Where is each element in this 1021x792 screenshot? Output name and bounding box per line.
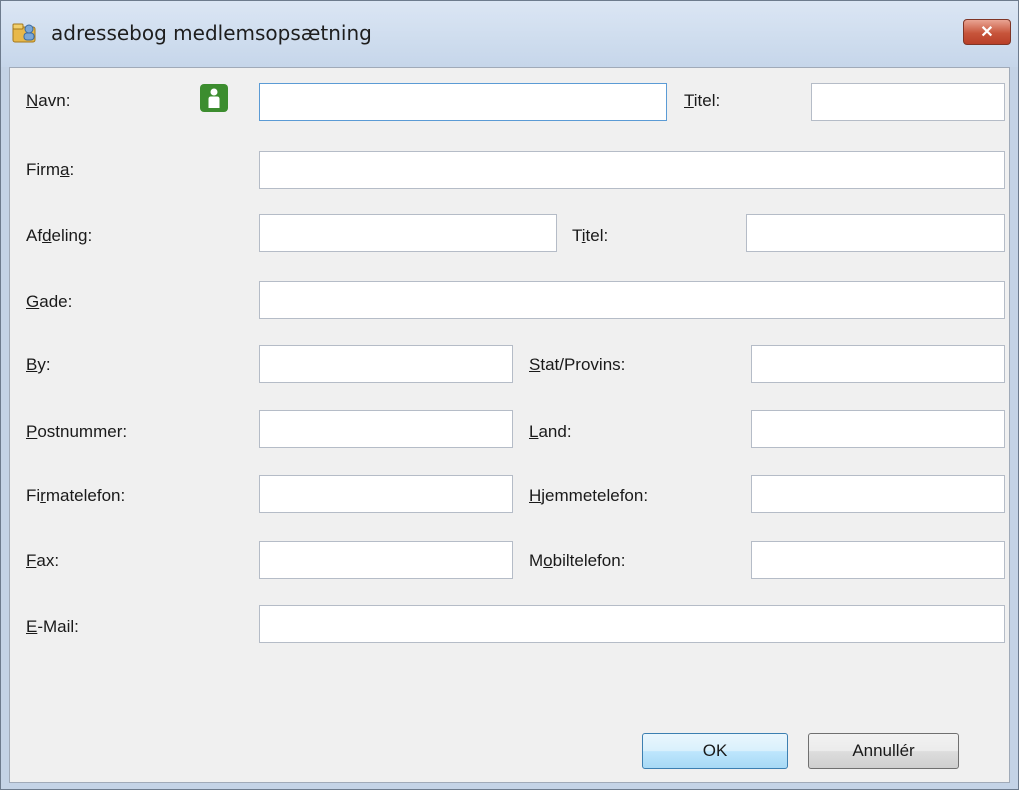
street-input[interactable] bbox=[259, 281, 1005, 319]
department-input[interactable] bbox=[259, 214, 557, 252]
state-label: Stat/Provins: bbox=[529, 355, 626, 374]
country-input[interactable] bbox=[751, 410, 1005, 448]
cancel-button[interactable]: Annullér bbox=[808, 733, 959, 769]
work-phone-label: Firmatelefon: bbox=[26, 486, 126, 505]
email-input[interactable] bbox=[259, 605, 1005, 643]
name-input[interactable] bbox=[259, 83, 667, 121]
title-label-1: Titel: bbox=[684, 91, 721, 110]
address-book-icon bbox=[11, 21, 39, 45]
department-label: Afdeling: bbox=[26, 226, 93, 245]
ok-button[interactable]: OK bbox=[642, 733, 788, 769]
home-phone-label: Hjemmetelefon: bbox=[529, 486, 649, 505]
mobile-label: Mobiltelefon: bbox=[529, 551, 626, 570]
city-label: By: bbox=[26, 355, 51, 374]
state-input[interactable] bbox=[751, 345, 1005, 383]
company-label: Firma: bbox=[26, 160, 75, 179]
contact-person-icon[interactable] bbox=[200, 84, 228, 112]
fax-input[interactable] bbox=[259, 541, 513, 579]
title-bar[interactable]: adressebog medlemsopsætning ✕ bbox=[1, 1, 1018, 67]
form-area: Navn: Titel: Firma: Afdeling: Titel: Gad… bbox=[9, 67, 1010, 783]
zip-label: Postnummer: bbox=[26, 422, 128, 441]
work-phone-input[interactable] bbox=[259, 475, 513, 513]
home-phone-input[interactable] bbox=[751, 475, 1005, 513]
close-icon: ✕ bbox=[980, 24, 994, 41]
close-button[interactable]: ✕ bbox=[963, 19, 1011, 45]
city-input[interactable] bbox=[259, 345, 513, 383]
street-label: Gade: bbox=[26, 292, 73, 311]
country-label: Land: bbox=[529, 422, 572, 441]
title-label-2: Titel: bbox=[572, 226, 609, 245]
window-title: adressebog medlemsopsætning bbox=[51, 21, 372, 45]
title-input-2[interactable] bbox=[746, 214, 1005, 252]
company-input[interactable] bbox=[259, 151, 1005, 189]
zip-input[interactable] bbox=[259, 410, 513, 448]
dialog-window: adressebog medlemsopsætning ✕ Navn: Tite… bbox=[0, 0, 1019, 790]
mobile-input[interactable] bbox=[751, 541, 1005, 579]
email-label: E-Mail: bbox=[26, 617, 79, 636]
fax-label: Fax: bbox=[26, 551, 60, 570]
name-label: Navn: bbox=[26, 91, 71, 110]
title-input-1[interactable] bbox=[811, 83, 1005, 121]
